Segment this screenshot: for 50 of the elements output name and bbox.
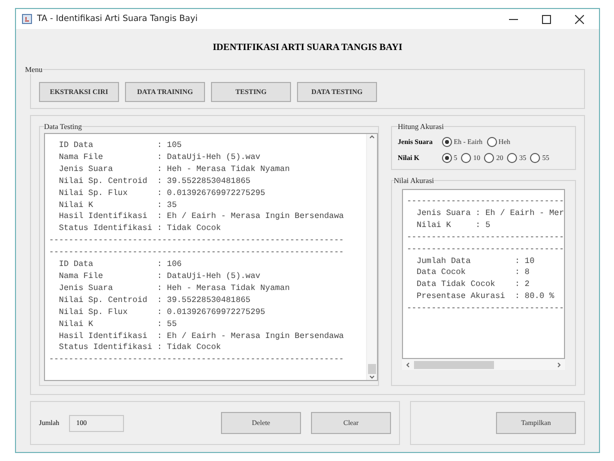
text-line: Presentase Akurasi : 80.0 % — [416, 291, 556, 304]
maximize-icon[interactable] — [542, 14, 550, 24]
minimize-icon[interactable] — [508, 18, 518, 20]
radio-icon[interactable] — [530, 153, 540, 163]
text-line: -------------------------------- — [406, 196, 564, 208]
text-line: Nilai K : 35 — [58, 200, 178, 212]
radio-icon[interactable] — [442, 137, 452, 147]
radio-icon[interactable] — [486, 137, 497, 147]
text-line: Nama File : DataUji-Heh (5).wav — [58, 152, 262, 164]
text-line: Hasil Identifikasi : Eh / Eairh - Merasa Ingin Bersendawa — [58, 330, 345, 342]
text-line: -------------------------------- — [406, 303, 564, 316]
text-line: Nilai Sp. Centroid : 39.55228530481865 — [58, 294, 252, 307]
app-icon — [22, 14, 32, 24]
text-line: Status Identifikasi : Tidak Cocok — [58, 223, 222, 236]
text-line: Jenis Suara : Heh - Merasa Tidak Nyaman — [58, 164, 291, 176]
radio-icon[interactable] — [442, 153, 452, 163]
scroll-thumb[interactable] — [368, 364, 376, 374]
text-area[interactable] — [44, 133, 378, 381]
text-line: Status Identifikasi : Tidak Cocok — [58, 342, 222, 354]
text-line: Nilai Sp. Flux : 0.013926769972275295 — [58, 306, 266, 319]
text-line: Hasil Identifikasi : Eh / Eairh - Merasa Ingin Bersendawa — [58, 211, 345, 224]
text-line: -------------------------------- — [406, 244, 564, 256]
text-line: Jenis Suara : Eh / Eairh - Mer — [416, 208, 564, 220]
scroll-left-icon[interactable] — [404, 362, 411, 368]
window-title: TA - Identifikasi Arti Suara Tangis Bayi — [37, 14, 199, 24]
radio-icon[interactable] — [484, 153, 494, 163]
text-line: ID Data : 106 — [58, 259, 183, 271]
radio-icon[interactable] — [461, 153, 472, 163]
scroll-up-icon[interactable] — [368, 134, 375, 140]
text-line: Data Cocok : 8 — [416, 267, 531, 280]
text-line: Nilai K : 5 — [416, 220, 492, 232]
close-icon[interactable] — [574, 14, 584, 24]
scroll-thumb[interactable] — [414, 360, 494, 368]
text-line: ------------------------------------------------------------ — [49, 354, 345, 366]
scroll-right-icon[interactable] — [556, 362, 562, 368]
text-line: Data Tidak Cocok : 2 — [416, 279, 531, 292]
text-line: Nama File : DataUji-Heh (5).wav — [58, 270, 262, 283]
radio-icon[interactable] — [507, 153, 518, 163]
text-line: ------------------------------------------------------------ — [49, 247, 345, 260]
text-area[interactable] — [402, 189, 565, 359]
scroll-down-icon[interactable] — [368, 374, 375, 380]
text-line: Jenis Suara : Heh - Merasa Tidak Nyaman — [58, 282, 291, 295]
text-line: Jumlah Data : 10 — [416, 256, 536, 268]
text-line: Nilai Sp. Centroid : 39.55228530481865 — [58, 176, 252, 188]
page-heading: IDENTIFIKASI ARTI SUARA TANGIS BAYI — [212, 43, 404, 53]
text-line: Nilai Sp. Flux : 0.013926769972275295 — [58, 188, 266, 200]
text-line: -------------------------------- — [406, 232, 564, 244]
text-line: ------------------------------------------------------------ — [49, 235, 345, 248]
text-line: ID Data : 105 — [58, 140, 183, 152]
text-line: Nilai K : 55 — [58, 318, 178, 330]
